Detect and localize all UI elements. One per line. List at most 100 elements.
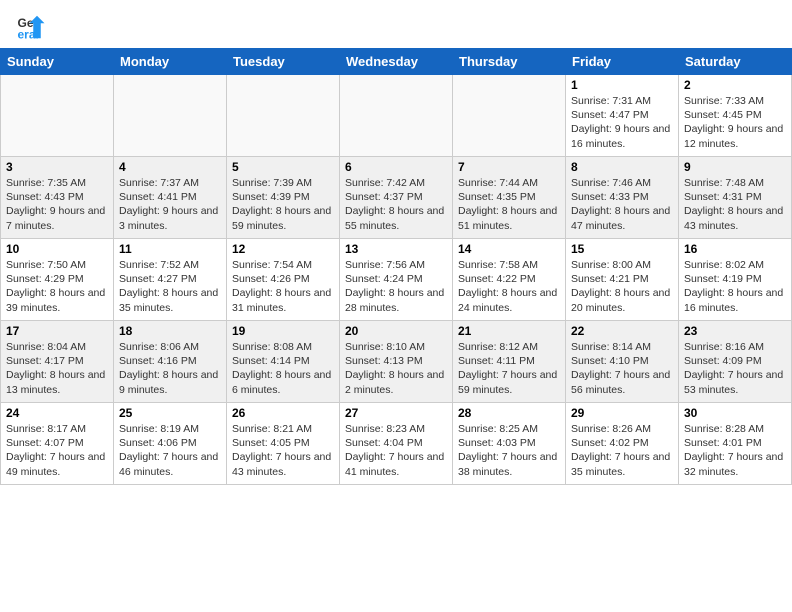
day-info: Sunrise: 8:17 AM Sunset: 4:07 PM Dayligh…: [6, 422, 108, 479]
day-info: Sunrise: 8:06 AM Sunset: 4:16 PM Dayligh…: [119, 340, 221, 397]
day-info: Sunrise: 8:25 AM Sunset: 4:03 PM Dayligh…: [458, 422, 560, 479]
day-number: 11: [119, 242, 221, 256]
day-info: Sunrise: 8:02 AM Sunset: 4:19 PM Dayligh…: [684, 258, 786, 315]
day-cell: 2Sunrise: 7:33 AM Sunset: 4:45 PM Daylig…: [679, 75, 792, 157]
day-number: 27: [345, 406, 447, 420]
weekday-header-row: SundayMondayTuesdayWednesdayThursdayFrid…: [1, 49, 792, 75]
day-cell: 8 Sunrise: 7:46 AM Sunset: 4:33 PM Daylig…: [566, 157, 679, 239]
day-number: 29: [571, 406, 673, 420]
day-number: 26: [232, 406, 334, 420]
day-cell: 6 Sunrise: 7:42 AM Sunset: 4:37 PM Daylig…: [340, 157, 453, 239]
day-cell: 15 Sunrise: 8:00 AM Sunset: 4:21 PM Dayli…: [566, 239, 679, 321]
day-info: Sunrise: 8:14 AM Sunset: 4:10 PM Dayligh…: [571, 340, 673, 397]
day-info: Sunrise: 8:12 AM Sunset: 4:11 PM Dayligh…: [458, 340, 560, 397]
day-info: Sunrise: 7:33 AM Sunset: 4:45 PM Dayligh…: [684, 94, 786, 151]
day-number: 15: [571, 242, 673, 256]
weekday-header-thursday: Thursday: [453, 49, 566, 75]
weekday-header-tuesday: Tuesday: [227, 49, 340, 75]
weekday-header-sunday: Sunday: [1, 49, 114, 75]
day-cell: 4 Sunrise: 7:37 AM Sunset: 4:41 PM Daylig…: [114, 157, 227, 239]
day-number: 16: [684, 242, 786, 256]
day-number: 6: [345, 160, 447, 174]
day-cell: 30 Sunrise: 8:28 AM Sunset: 4:01 PM Dayli…: [679, 403, 792, 485]
day-number: 7: [458, 160, 560, 174]
day-number: 24: [6, 406, 108, 420]
weekday-header-friday: Friday: [566, 49, 679, 75]
day-cell: 3Sunrise: 7:35 AM Sunset: 4:43 PM Daylig…: [1, 157, 114, 239]
day-cell: [114, 75, 227, 157]
day-info: Sunrise: 8:10 AM Sunset: 4:13 PM Dayligh…: [345, 340, 447, 397]
day-info: Sunrise: 7:50 AM Sunset: 4:29 PM Dayligh…: [6, 258, 108, 315]
day-info: Sunrise: 7:58 AM Sunset: 4:22 PM Dayligh…: [458, 258, 560, 315]
day-number: 4: [119, 160, 221, 174]
day-info: Sunrise: 8:00 AM Sunset: 4:21 PM Dayligh…: [571, 258, 673, 315]
weekday-header-wednesday: Wednesday: [340, 49, 453, 75]
day-number: 18: [119, 324, 221, 338]
day-cell: 28 Sunrise: 8:25 AM Sunset: 4:03 PM Dayli…: [453, 403, 566, 485]
day-info: Sunrise: 7:37 AM Sunset: 4:41 PM Dayligh…: [119, 176, 221, 233]
day-info: Sunrise: 7:39 AM Sunset: 4:39 PM Dayligh…: [232, 176, 334, 233]
page-header: Gen eral: [0, 0, 792, 48]
day-number: 30: [684, 406, 786, 420]
day-cell: 18 Sunrise: 8:06 AM Sunset: 4:16 PM Dayli…: [114, 321, 227, 403]
day-info: Sunrise: 8:04 AM Sunset: 4:17 PM Dayligh…: [6, 340, 108, 397]
day-cell: 9Sunrise: 7:48 AM Sunset: 4:31 PM Daylig…: [679, 157, 792, 239]
day-info: Sunrise: 7:42 AM Sunset: 4:37 PM Dayligh…: [345, 176, 447, 233]
day-info: Sunrise: 7:31 AM Sunset: 4:47 PM Dayligh…: [571, 94, 673, 151]
day-number: 13: [345, 242, 447, 256]
day-info: Sunrise: 7:56 AM Sunset: 4:24 PM Dayligh…: [345, 258, 447, 315]
day-cell: 26 Sunrise: 8:21 AM Sunset: 4:05 PM Dayli…: [227, 403, 340, 485]
week-row-3: 10 Sunrise: 7:50 AM Sunset: 4:29 PM Dayli…: [1, 239, 792, 321]
day-number: 10: [6, 242, 108, 256]
day-cell: 20 Sunrise: 8:10 AM Sunset: 4:13 PM Dayli…: [340, 321, 453, 403]
day-number: 9: [684, 160, 786, 174]
day-info: Sunrise: 8:08 AM Sunset: 4:14 PM Dayligh…: [232, 340, 334, 397]
day-cell: 21Sunrise: 8:12 AM Sunset: 4:11 PM Dayli…: [453, 321, 566, 403]
weekday-header-monday: Monday: [114, 49, 227, 75]
day-cell: 27 Sunrise: 8:23 AM Sunset: 4:04 PM Dayli…: [340, 403, 453, 485]
day-number: 5: [232, 160, 334, 174]
day-info: Sunrise: 8:16 AM Sunset: 4:09 PM Dayligh…: [684, 340, 786, 397]
logo: Gen eral: [16, 12, 50, 42]
day-info: Sunrise: 8:26 AM Sunset: 4:02 PM Dayligh…: [571, 422, 673, 479]
day-cell: [227, 75, 340, 157]
day-cell: [1, 75, 114, 157]
week-row-2: 3Sunrise: 7:35 AM Sunset: 4:43 PM Daylig…: [1, 157, 792, 239]
day-number: 17: [6, 324, 108, 338]
day-info: Sunrise: 8:21 AM Sunset: 4:05 PM Dayligh…: [232, 422, 334, 479]
day-number: 14: [458, 242, 560, 256]
day-cell: 7Sunrise: 7:44 AM Sunset: 4:35 PM Daylig…: [453, 157, 566, 239]
day-cell: [453, 75, 566, 157]
day-cell: 22 Sunrise: 8:14 AM Sunset: 4:10 PM Dayli…: [566, 321, 679, 403]
day-info: Sunrise: 8:19 AM Sunset: 4:06 PM Dayligh…: [119, 422, 221, 479]
day-cell: 13 Sunrise: 7:56 AM Sunset: 4:24 PM Dayli…: [340, 239, 453, 321]
day-cell: 12Sunrise: 7:54 AM Sunset: 4:26 PM Dayli…: [227, 239, 340, 321]
day-number: 20: [345, 324, 447, 338]
day-info: Sunrise: 8:28 AM Sunset: 4:01 PM Dayligh…: [684, 422, 786, 479]
day-cell: 25 Sunrise: 8:19 AM Sunset: 4:06 PM Dayli…: [114, 403, 227, 485]
day-number: 22: [571, 324, 673, 338]
week-row-1: 1 Sunrise: 7:31 AM Sunset: 4:47 PM Daylig…: [1, 75, 792, 157]
day-info: Sunrise: 7:35 AM Sunset: 4:43 PM Dayligh…: [6, 176, 108, 233]
day-number: 8: [571, 160, 673, 174]
day-info: Sunrise: 7:52 AM Sunset: 4:27 PM Dayligh…: [119, 258, 221, 315]
day-number: 28: [458, 406, 560, 420]
day-cell: 17 Sunrise: 8:04 AM Sunset: 4:17 PM Dayli…: [1, 321, 114, 403]
day-info: Sunrise: 8:23 AM Sunset: 4:04 PM Dayligh…: [345, 422, 447, 479]
day-cell: 29 Sunrise: 8:26 AM Sunset: 4:02 PM Dayli…: [566, 403, 679, 485]
day-info: Sunrise: 7:54 AM Sunset: 4:26 PM Dayligh…: [232, 258, 334, 315]
logo-icon: Gen eral: [16, 12, 46, 42]
day-cell: 23 Sunrise: 8:16 AM Sunset: 4:09 PM Dayli…: [679, 321, 792, 403]
day-number: 1: [571, 78, 673, 92]
day-number: 25: [119, 406, 221, 420]
day-cell: 10 Sunrise: 7:50 AM Sunset: 4:29 PM Dayli…: [1, 239, 114, 321]
day-number: 23: [684, 324, 786, 338]
day-number: 19: [232, 324, 334, 338]
day-info: Sunrise: 7:46 AM Sunset: 4:33 PM Dayligh…: [571, 176, 673, 233]
day-cell: 16 Sunrise: 8:02 AM Sunset: 4:19 PM Dayli…: [679, 239, 792, 321]
day-cell: 1 Sunrise: 7:31 AM Sunset: 4:47 PM Daylig…: [566, 75, 679, 157]
day-cell: 5 Sunrise: 7:39 AM Sunset: 4:39 PM Daylig…: [227, 157, 340, 239]
weekday-header-saturday: Saturday: [679, 49, 792, 75]
week-row-4: 17 Sunrise: 8:04 AM Sunset: 4:17 PM Dayli…: [1, 321, 792, 403]
week-row-5: 24 Sunrise: 8:17 AM Sunset: 4:07 PM Dayli…: [1, 403, 792, 485]
